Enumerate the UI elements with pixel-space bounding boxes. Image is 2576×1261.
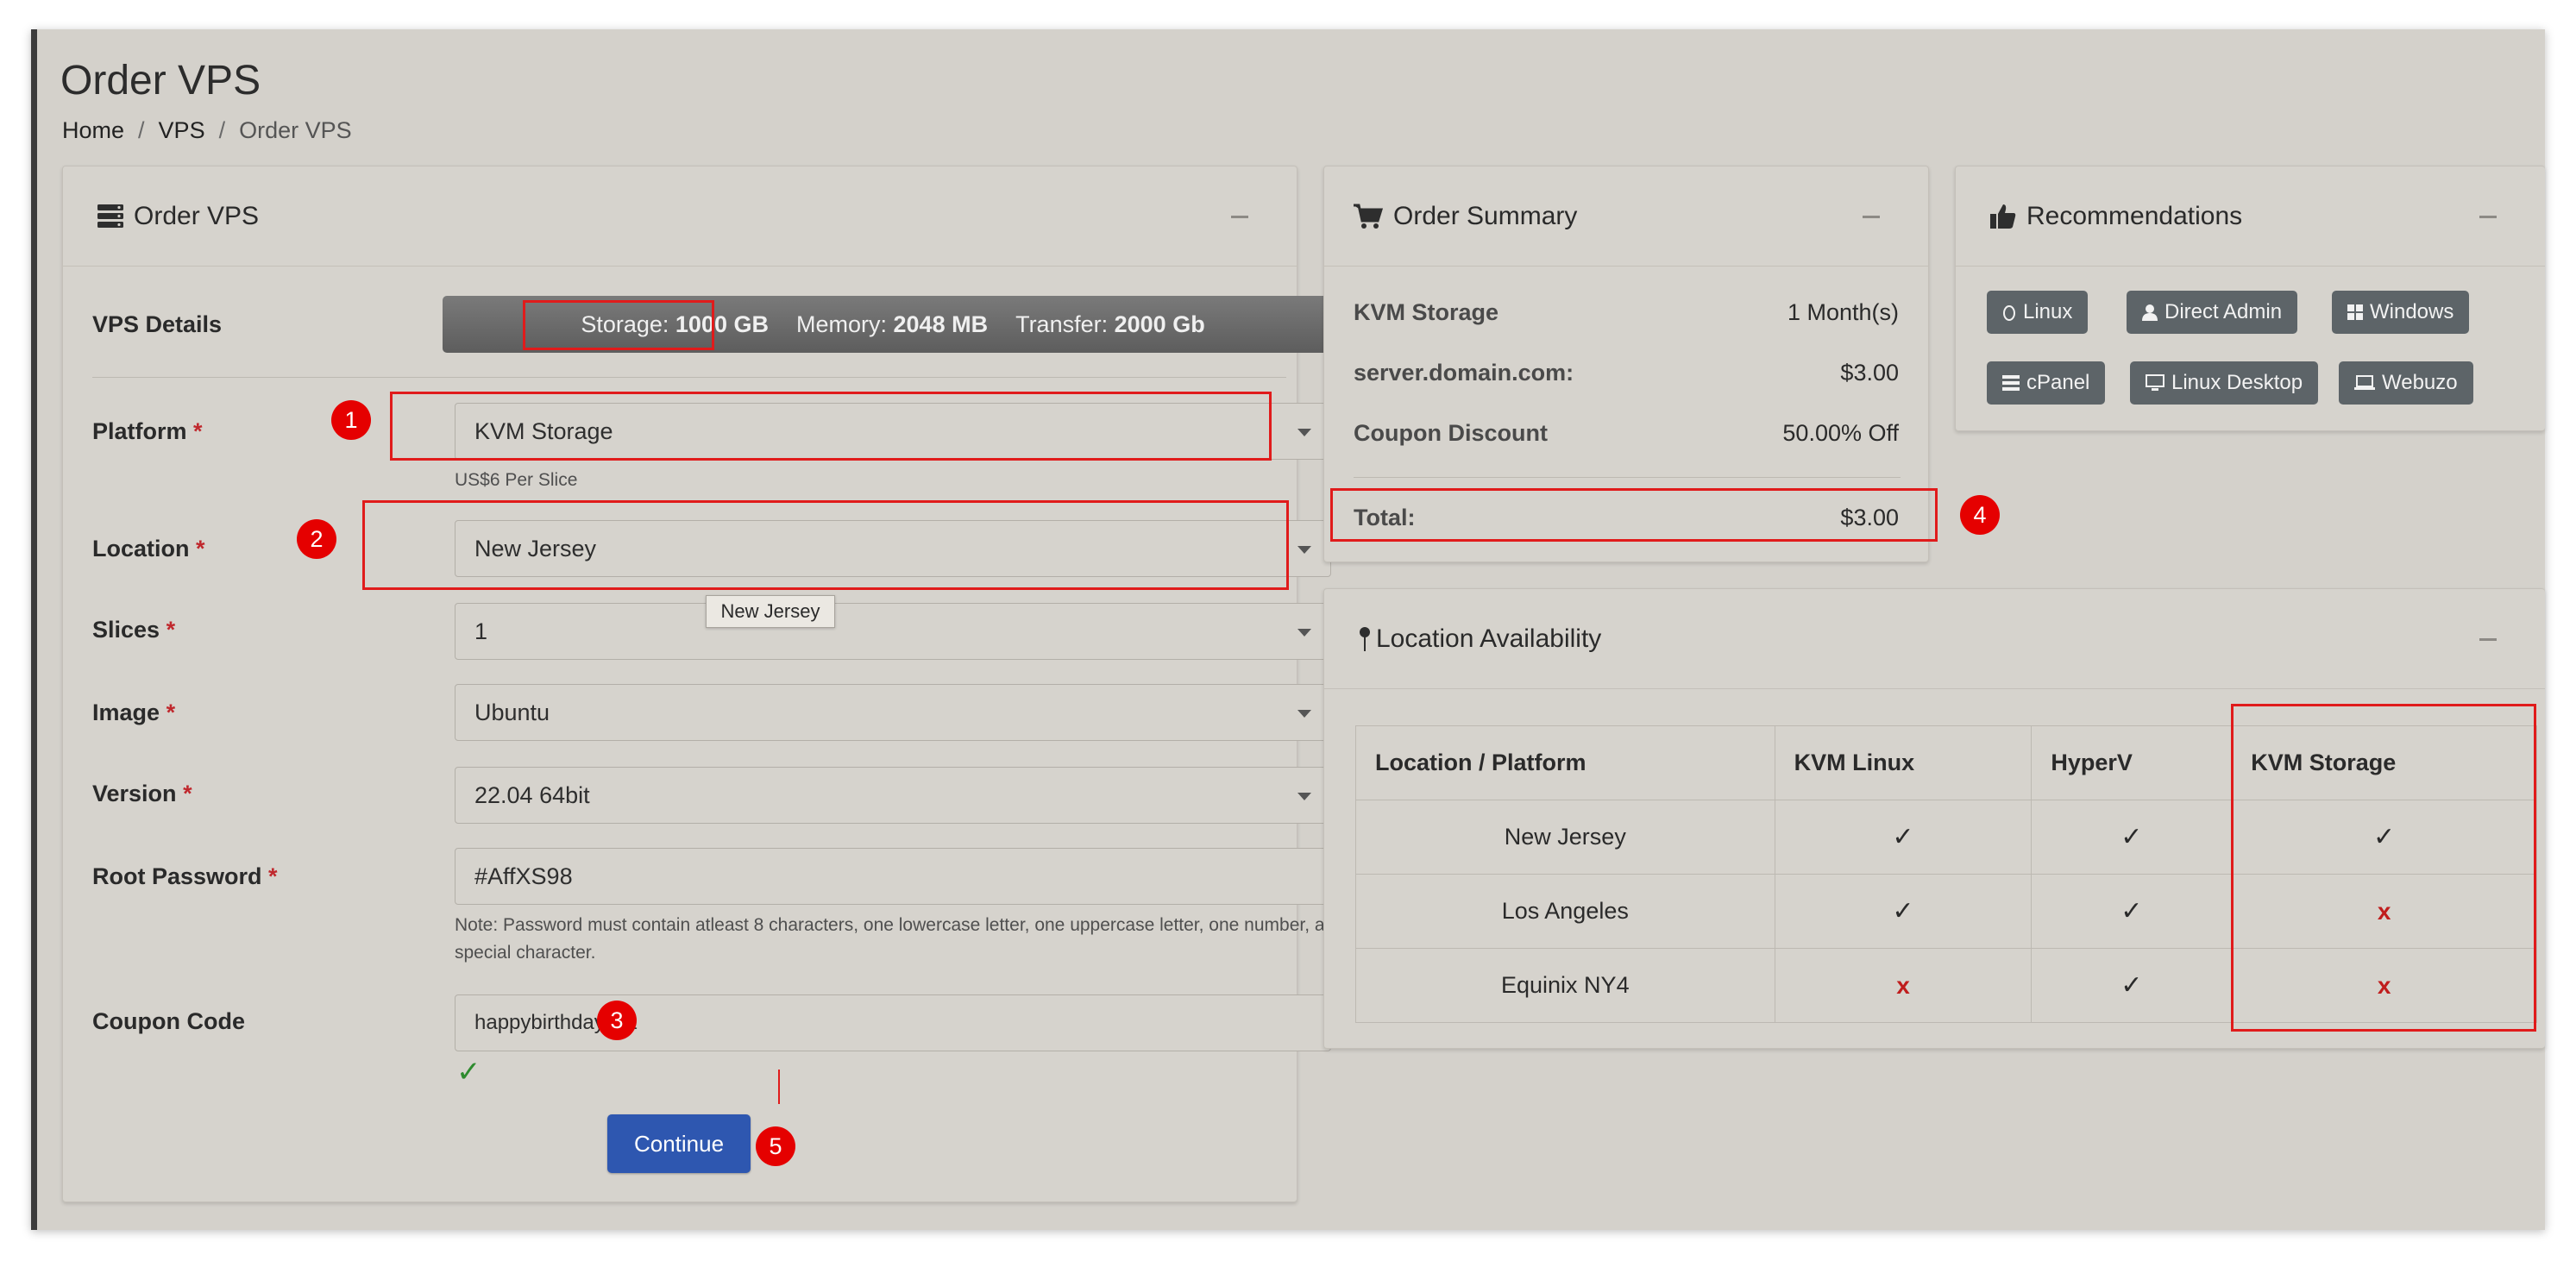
- recommendations-card: Recommendations Linux Direct Admin Windo…: [1955, 166, 2545, 431]
- linux-icon: [2003, 305, 2015, 321]
- root-password-field[interactable]: #AffXS98: [455, 848, 1331, 905]
- location-label: Location *: [92, 536, 205, 561]
- password-note: Note: Password must contain atleast 8 ch…: [455, 915, 1325, 963]
- memory-spec: Memory: 2048 MB: [795, 311, 989, 337]
- highlight-storage: [523, 300, 714, 350]
- chevron-down-icon: [1297, 793, 1311, 800]
- rec-windows-button[interactable]: Windows: [2332, 291, 2470, 334]
- order-vps-title: Order VPS: [134, 201, 260, 230]
- server-icon: [97, 204, 123, 229]
- continue-button[interactable]: Continue: [607, 1114, 751, 1173]
- cross-icon: x: [1774, 948, 2033, 1023]
- order-vps-header: Order VPS: [63, 166, 1297, 267]
- details-divider: [92, 377, 1286, 378]
- highlight-kvm-storage-column: [2231, 704, 2536, 1032]
- thumbs-up-icon: [1990, 204, 2016, 229]
- annotation-badge-3: 3: [597, 1001, 637, 1040]
- version-label: Version *: [92, 781, 192, 806]
- location-cell: New Jersey: [1355, 800, 1775, 875]
- transfer-spec: Transfer: 2000 Gb: [1015, 311, 1205, 337]
- location-tooltip: New Jersey: [706, 595, 835, 628]
- check-icon: ✓: [2031, 948, 2233, 1023]
- check-icon: ✓: [2031, 800, 2233, 875]
- collapse-icon[interactable]: [2479, 216, 2497, 218]
- highlight-platform: [390, 392, 1272, 461]
- coupon-field[interactable]: happybirthdaylala: [455, 994, 1331, 1051]
- image-select[interactable]: Ubuntu: [455, 684, 1331, 741]
- check-icon: ✓: [1774, 874, 2033, 949]
- rec-webuzo-button[interactable]: Webuzo: [2339, 361, 2473, 405]
- breadcrumb-current: Order VPS: [239, 117, 352, 143]
- laptop-icon: [2354, 375, 2375, 390]
- annotation-line: [778, 1070, 780, 1104]
- breadcrumb-separator: /: [138, 117, 145, 143]
- check-icon: ✓: [1774, 800, 2033, 875]
- map-pin-icon: [1359, 626, 1371, 652]
- breadcrumb-home[interactable]: Home: [62, 117, 124, 144]
- rec-directadmin-button[interactable]: Direct Admin: [2127, 291, 2298, 334]
- coupon-valid-check-icon: ✓: [456, 1056, 481, 1088]
- chevron-down-icon: [1297, 429, 1311, 436]
- breadcrumb-separator: /: [218, 117, 226, 143]
- user-icon: [2142, 304, 2158, 321]
- availability-title: Location Availability: [1376, 624, 1602, 653]
- check-icon: ✓: [2031, 874, 2233, 949]
- platform-label: Platform *: [92, 418, 203, 444]
- column-header: Location / Platform: [1355, 725, 1775, 800]
- server-icon: [2002, 375, 2020, 391]
- column-header: KVM Linux: [1774, 725, 2033, 800]
- annotation-badge-1: 1: [331, 400, 371, 440]
- page-title: Order VPS: [60, 58, 261, 104]
- collapse-icon[interactable]: [2479, 638, 2497, 641]
- windows-icon: [2347, 304, 2363, 320]
- slices-select[interactable]: 1: [455, 603, 1331, 660]
- slices-label: Slices *: [92, 617, 176, 643]
- rec-linux-desktop-button[interactable]: Linux Desktop: [2130, 361, 2319, 405]
- collapse-icon[interactable]: [1231, 216, 1248, 218]
- chevron-down-icon: [1297, 710, 1311, 718]
- annotation-badge-5: 5: [756, 1126, 795, 1166]
- location-cell: Los Angeles: [1355, 874, 1775, 949]
- location-cell: Equinix NY4: [1355, 948, 1775, 1023]
- breadcrumb: Home / VPS / Order VPS: [62, 117, 352, 144]
- coupon-label: Coupon Code: [92, 1008, 245, 1034]
- rec-cpanel-button[interactable]: cPanel: [1987, 361, 2106, 405]
- cart-icon: [1354, 204, 1383, 229]
- summary-divider: [1354, 477, 1901, 478]
- version-select[interactable]: 22.04 64bit: [455, 767, 1331, 824]
- root-password-label: Root Password *: [92, 863, 278, 889]
- recommendations-title: Recommendations: [2026, 201, 2243, 230]
- availability-header: Location Availability: [1324, 589, 2545, 689]
- order-summary-title: Order Summary: [1393, 201, 1578, 230]
- platform-help: US$6 Per Slice: [455, 470, 578, 490]
- annotation-badge-4: 4: [1960, 495, 2000, 535]
- collapse-icon[interactable]: [1863, 216, 1880, 218]
- summary-row: Coupon Discount 50.00% Off: [1354, 420, 1899, 446]
- recommendations-header: Recommendations: [1956, 166, 2545, 267]
- highlight-location: [362, 500, 1289, 590]
- chevron-down-icon: [1297, 546, 1311, 554]
- summary-row: server.domain.com: $3.00: [1354, 360, 1899, 386]
- breadcrumb-vps[interactable]: VPS: [159, 117, 205, 144]
- highlight-total: [1330, 488, 1938, 542]
- summary-row: KVM Storage 1 Month(s): [1354, 299, 1899, 325]
- column-header: HyperV: [2031, 725, 2233, 800]
- rec-linux-button[interactable]: Linux: [1987, 291, 2089, 334]
- annotation-badge-2: 2: [297, 519, 336, 559]
- desktop-icon: [2146, 374, 2164, 391]
- vps-details-label: VPS Details: [92, 311, 223, 337]
- chevron-down-icon: [1297, 629, 1311, 637]
- order-summary-header: Order Summary: [1324, 166, 1928, 267]
- image-label: Image *: [92, 700, 176, 725]
